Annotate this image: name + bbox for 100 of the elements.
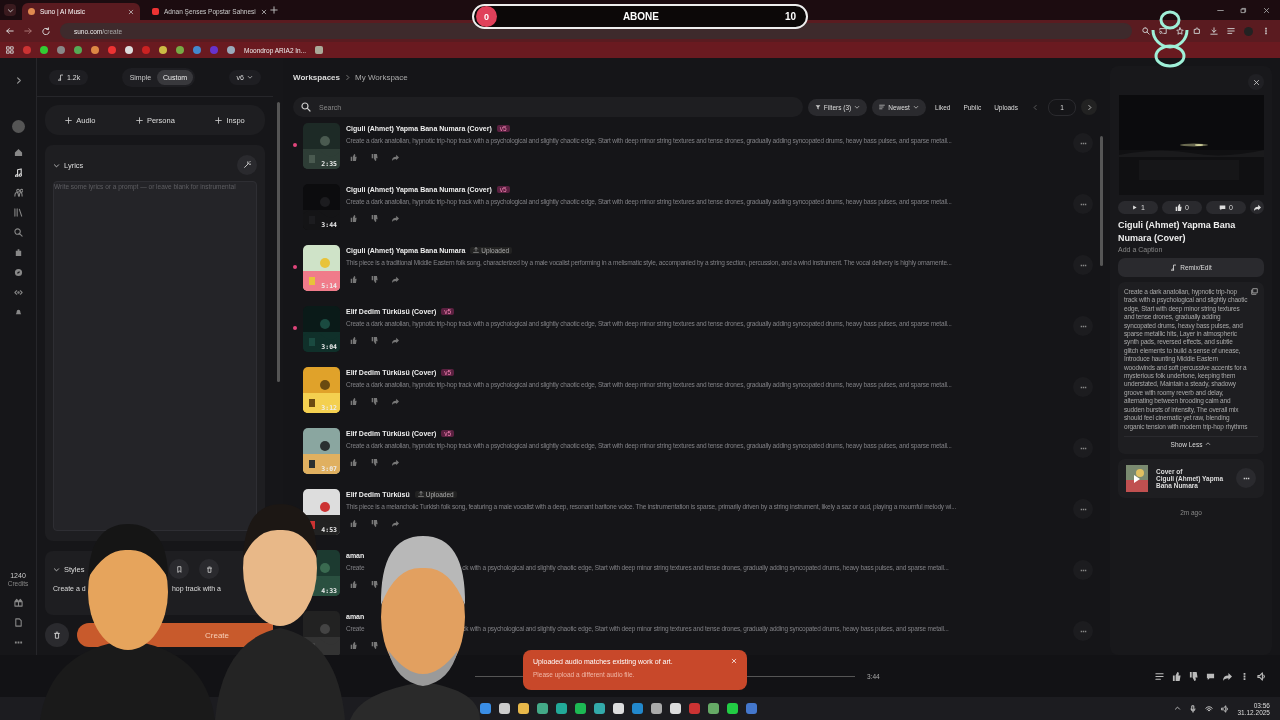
taskbar-app-icon[interactable]: [727, 703, 738, 714]
taskbar-app-icon[interactable]: [651, 703, 662, 714]
compass-icon[interactable]: [13, 268, 23, 277]
filter-icon: [814, 104, 821, 110]
reload-icon[interactable]: [42, 27, 50, 35]
close-icon[interactable]: [128, 8, 134, 15]
search-icon[interactable]: [13, 228, 23, 237]
bookmark-icon[interactable]: [159, 46, 167, 54]
thumbs-down-icon[interactable]: [371, 154, 378, 161]
breadcrumb-link[interactable]: Workspaces: [293, 72, 340, 82]
close-icon[interactable]: [260, 8, 267, 15]
thumbs-up-icon[interactable]: [350, 398, 357, 405]
share-icon[interactable]: [392, 459, 399, 466]
bookmark-icon[interactable]: [125, 46, 133, 54]
share-icon[interactable]: [1223, 671, 1232, 681]
taskbar-app-icon[interactable]: [518, 703, 529, 714]
plus-icon: [215, 116, 223, 124]
subscribe-label: ABONE: [621, 11, 660, 22]
thumbs-down-icon[interactable]: [371, 215, 378, 222]
share-icon[interactable]: [392, 337, 399, 344]
scrollbar[interactable]: [276, 102, 280, 382]
taskbar-app-icon[interactable]: [613, 703, 624, 714]
bookmark-icon[interactable]: [227, 46, 235, 54]
taskbar-app-icon[interactable]: [575, 703, 586, 714]
share-icon[interactable]: [392, 215, 399, 222]
taskbar-app-icon[interactable]: [632, 703, 643, 714]
music-note-icon[interactable]: [13, 168, 23, 177]
thumbs-up-icon[interactable]: [350, 276, 357, 283]
counter-start: 0: [476, 6, 497, 27]
forward-icon[interactable]: [24, 27, 32, 35]
bookmark-icon[interactable]: [74, 46, 82, 54]
scrollbar[interactable]: [1099, 136, 1103, 266]
music-note-icon: [57, 73, 64, 81]
copy-icon[interactable]: [1251, 288, 1258, 295]
apps-icon[interactable]: [6, 46, 14, 54]
download-icon[interactable]: [1210, 27, 1218, 35]
magic-wand-button[interactable]: [237, 155, 257, 175]
taskbar-app-icon[interactable]: [708, 703, 719, 714]
microphone-icon[interactable]: [1189, 704, 1198, 713]
volume-icon[interactable]: [1257, 671, 1266, 681]
close-icon[interactable]: [1263, 6, 1270, 14]
taskbar-app-icon[interactable]: [537, 703, 548, 714]
share-icon[interactable]: [392, 398, 399, 405]
radio-icon[interactable]: [13, 288, 23, 297]
new-tab-icon[interactable]: [270, 6, 278, 14]
queue-icon[interactable]: [1155, 671, 1164, 681]
thumbs-down-icon[interactable]: [371, 276, 378, 283]
plus-icon: [65, 116, 73, 124]
tray-chevron-icon[interactable]: [1174, 705, 1182, 712]
bookmark-icon[interactable]: [91, 46, 99, 54]
thumbs-up-icon[interactable]: [1172, 671, 1181, 681]
people-icon[interactable]: [13, 188, 23, 197]
play-icon: [1131, 203, 1139, 211]
restore-icon[interactable]: [1240, 6, 1247, 14]
share-button[interactable]: [1250, 200, 1264, 214]
thumbs-down-icon[interactable]: [371, 459, 378, 466]
cast-icon[interactable]: [1159, 27, 1167, 35]
caret-icon: [912, 104, 919, 110]
menu-icon[interactable]: [1262, 27, 1270, 35]
music-note-icon: [1170, 264, 1178, 271]
thumbs-up-icon[interactable]: [350, 154, 357, 161]
star-icon[interactable]: [1176, 27, 1184, 35]
next-page-button[interactable]: [1081, 99, 1097, 115]
thumbs-up-icon[interactable]: [350, 337, 357, 344]
taskbar-app-icon[interactable]: [499, 703, 510, 714]
thumbs-down-icon[interactable]: [1189, 671, 1198, 681]
sort-icon: [879, 104, 886, 110]
back-icon[interactable]: [6, 27, 14, 35]
thumbs-up-icon[interactable]: [350, 459, 357, 466]
zoom-icon[interactable]: [1142, 27, 1150, 35]
thumbs-up-icon[interactable]: [350, 215, 357, 222]
share-icon[interactable]: [392, 276, 399, 283]
taskbar-app-icon[interactable]: [594, 703, 605, 714]
home-icon[interactable]: [13, 148, 23, 157]
share-icon[interactable]: [392, 154, 399, 161]
taskbar-app-icon[interactable]: [670, 703, 681, 714]
counter-goal: 10: [784, 11, 796, 22]
tab-search-button[interactable]: [4, 4, 16, 16]
taskbar-app-icon[interactable]: [480, 703, 491, 714]
bookmark-icon[interactable]: [315, 46, 324, 54]
upload-icon: [473, 247, 480, 253]
search-icon: [301, 102, 311, 112]
bag-icon[interactable]: [13, 248, 23, 257]
comment-icon[interactable]: [1206, 671, 1215, 681]
thumbs-down-icon[interactable]: [371, 398, 378, 405]
extension-icon[interactable]: [1193, 27, 1201, 35]
user-avatar[interactable]: [11, 120, 25, 133]
bookmark-icon[interactable]: [176, 46, 184, 54]
media-icon[interactable]: [1227, 27, 1235, 35]
bell-icon[interactable]: [13, 308, 23, 317]
thumbs-down-icon[interactable]: [371, 337, 378, 344]
library-icon[interactable]: [13, 208, 23, 217]
favicon-icon: [28, 8, 35, 15]
chevron-icon: [1031, 103, 1039, 111]
chevron-icon: [344, 73, 351, 81]
taskbar-app-icon[interactable]: [556, 703, 567, 714]
network-icon[interactable]: [1205, 704, 1214, 713]
close-button[interactable]: [1248, 74, 1264, 90]
volume-icon[interactable]: [1221, 704, 1230, 713]
bookmark-icon[interactable]: [40, 46, 48, 54]
